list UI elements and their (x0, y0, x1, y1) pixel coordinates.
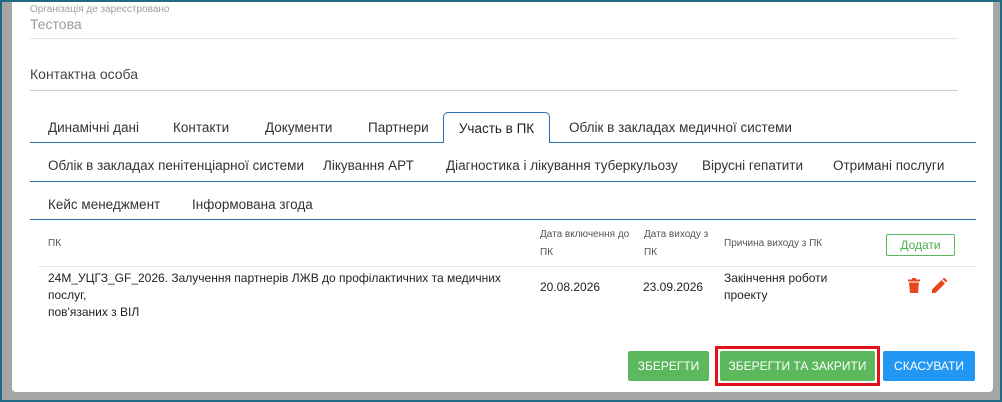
table-header-divider (38, 266, 976, 267)
pencil-icon[interactable] (932, 278, 947, 293)
tabs-row1-rule (30, 142, 443, 143)
tab-case-management[interactable]: Кейс менеджмент (48, 197, 160, 212)
organization-field[interactable]: Тестова (30, 16, 960, 32)
save-button[interactable]: ЗБЕРЕГТИ (628, 351, 709, 381)
pk-name-line2: пов'язаних з ВІЛ (48, 305, 140, 319)
reason-line2: проекту (724, 288, 768, 302)
tabs-row3-rule (30, 219, 976, 220)
trash-icon[interactable] (908, 278, 920, 293)
tab-received-services[interactable]: Отримані послуги (833, 158, 944, 173)
save-and-close-button[interactable]: ЗБЕРЕГТИ ТА ЗАКРИТИ (720, 351, 875, 381)
cancel-button[interactable]: СКАСУВАТИ (883, 351, 975, 381)
reason-line1: Закінчення роботи (724, 271, 828, 285)
tabs-row1-rule-right (550, 142, 976, 143)
column-header-start-date-line2: ПК (540, 247, 554, 258)
tab-medical-system-records[interactable]: Облік в закладах медичної системи (569, 120, 792, 135)
contact-person-field[interactable]: Контактна особа (30, 66, 960, 82)
column-header-end-date: Дата виходу з ПК (644, 226, 708, 262)
column-header-end-date-line1: Дата виходу з (644, 229, 709, 240)
tab-penitentiary-records[interactable]: Облік в закладах пенітенціарної системи (48, 158, 304, 173)
contact-underline (30, 90, 958, 91)
organization-label: Організація де зареєстровано (30, 4, 170, 15)
add-button[interactable]: Додати (886, 234, 955, 256)
pk-name-line1: 24М_УЦГЗ_GF_2026. Залучення партнерів ЛЖ… (48, 271, 501, 302)
column-header-start-date-line1: Дата включення до (540, 229, 630, 240)
tab-partners[interactable]: Партнери (368, 120, 429, 135)
tab-dynamic-data[interactable]: Динамічні дані (48, 120, 139, 135)
tab-tb-diagnostics[interactable]: Діагностика і лікування туберкульозу (446, 158, 678, 173)
organization-underline (30, 38, 958, 39)
column-header-end-date-line2: ПК (644, 247, 658, 258)
column-header-start-date: Дата включення до ПК (540, 226, 629, 262)
tab-viral-hepatitis[interactable]: Вірусні гепатити (702, 158, 803, 173)
tab-contacts[interactable]: Контакти (173, 120, 229, 135)
pk-name-cell: 24М_УЦГЗ_GF_2026. Залучення партнерів ЛЖ… (48, 270, 538, 321)
reason-cell: Закінчення роботи проекту (724, 270, 827, 304)
column-header-reason: Причина виходу з ПК (724, 238, 823, 249)
dialog: Організація де зареєстровано Тестова Кон… (12, 2, 993, 392)
tab-documents[interactable]: Документи (265, 120, 332, 135)
column-header-pk: ПК (48, 238, 62, 249)
end-date-cell: 23.09.2026 (643, 280, 704, 294)
tabs-row2-rule (30, 181, 976, 182)
tab-pk-participation[interactable]: Участь в ПК (443, 112, 550, 143)
table-row: 24М_УЦГЗ_GF_2026. Залучення партнерів ЛЖ… (48, 270, 978, 319)
start-date-cell: 20.08.2026 (540, 280, 601, 294)
tab-art-treatment[interactable]: Лікування АРТ (323, 158, 414, 173)
tab-informed-consent[interactable]: Інформована згода (192, 197, 313, 212)
window-frame: Організація де зареєстровано Тестова Кон… (0, 0, 1002, 402)
